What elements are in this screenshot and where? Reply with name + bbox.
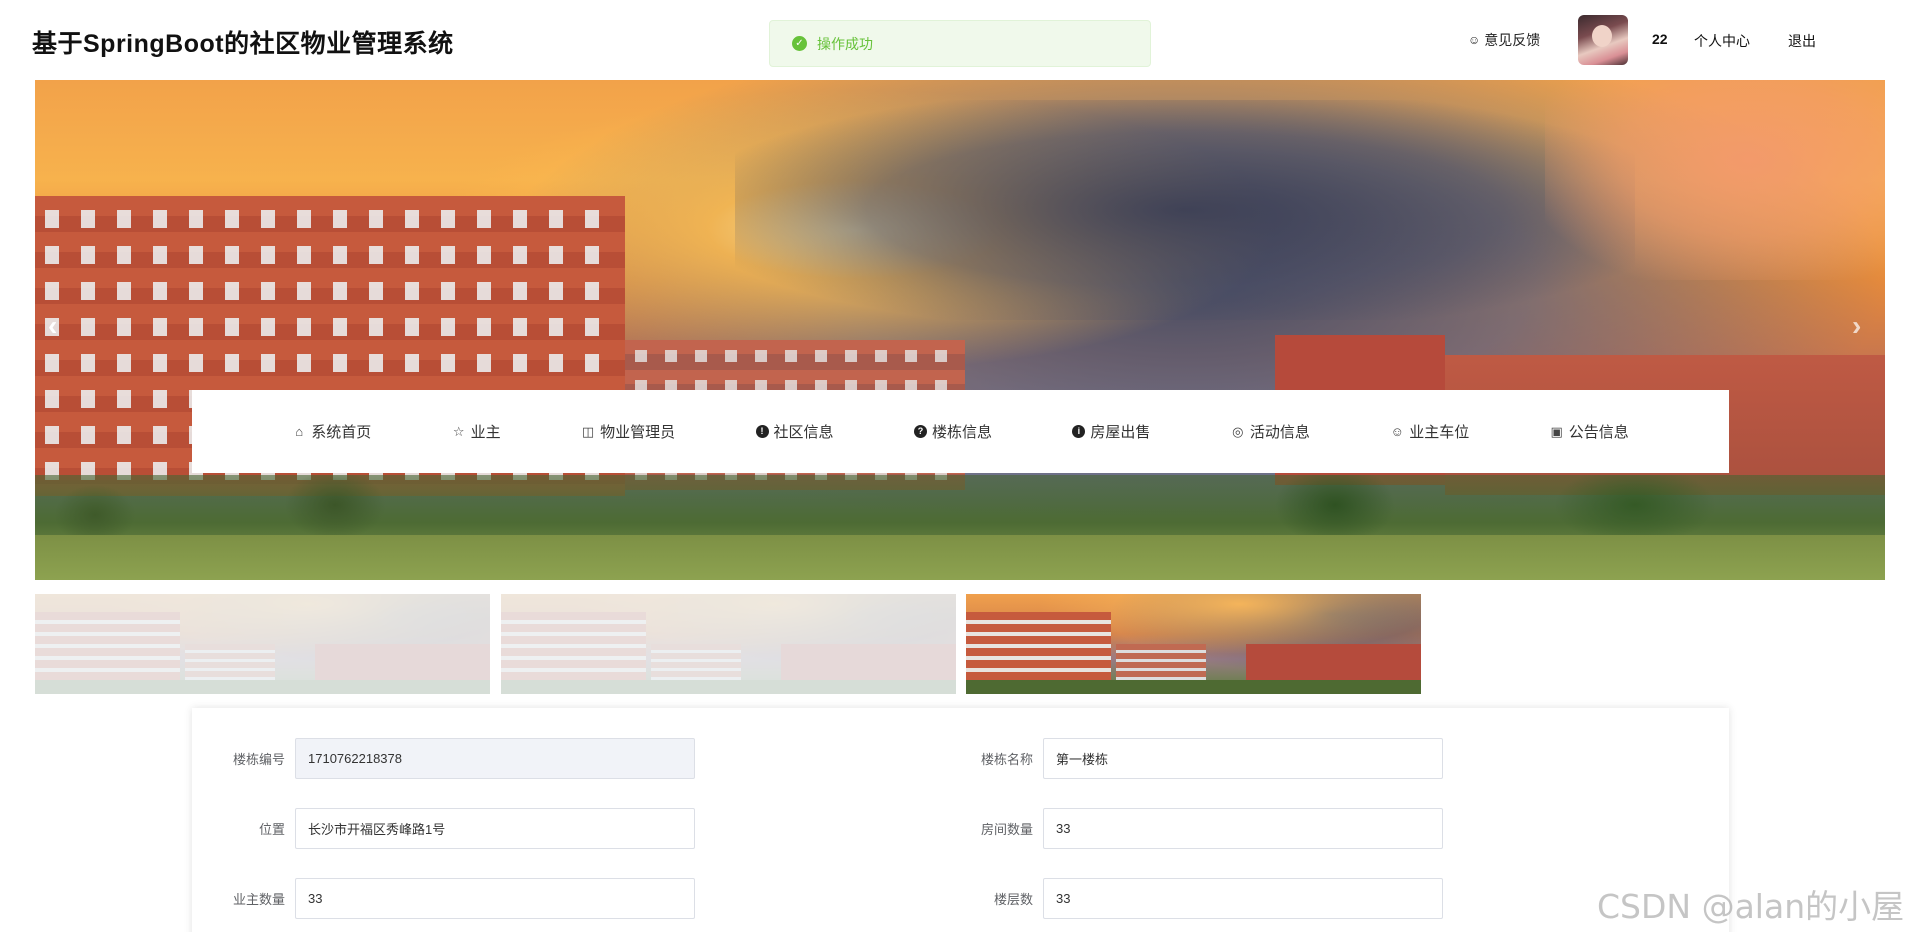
watermark: CSDN @alan的小屋 <box>1597 887 1905 926</box>
location-field: 位置 长沙市开福区秀峰路1号 <box>221 808 695 849</box>
carousel-next-button[interactable]: › <box>1852 310 1861 342</box>
nav-label: 公告信息 <box>1568 424 1629 441</box>
field-label: 楼栋名称 <box>980 752 1033 767</box>
nav-label: 活动信息 <box>1249 424 1310 441</box>
field-label: 业主数量 <box>232 892 285 907</box>
nav-item-house-sale[interactable]: i 房屋出售 <box>1072 421 1150 442</box>
user-icon: ☺ <box>1468 33 1481 47</box>
nav-label: 房屋出售 <box>1090 424 1151 441</box>
bag-icon: ◫ <box>581 423 595 439</box>
question-circle-icon: ? <box>913 425 927 438</box>
star-icon: ☆ <box>452 423 465 439</box>
owner-count-field: 业主数量 33 <box>221 878 695 919</box>
nav-item-notice[interactable]: ▣ 公告信息 <box>1550 421 1629 442</box>
building-name-input[interactable]: 第一楼栋 <box>1043 738 1443 779</box>
owner-count-input[interactable]: 33 <box>295 878 695 919</box>
nav-label: 社区信息 <box>773 424 834 441</box>
carousel-thumbnail-3[interactable] <box>966 594 1421 694</box>
carousel-thumbnail-2[interactable] <box>501 594 956 694</box>
nav-label: 业主 <box>470 424 501 441</box>
field-label: 房间数量 <box>980 822 1033 837</box>
location-input[interactable]: 长沙市开福区秀峰路1号 <box>295 808 695 849</box>
nav-label: 楼栋信息 <box>931 424 992 441</box>
nav-item-home[interactable]: ⌂ 系统首页 <box>292 421 371 442</box>
building-name-field: 楼栋名称 第一楼栋 <box>969 738 1443 779</box>
nav-item-community-info[interactable]: ! 社区信息 <box>755 421 834 442</box>
avatar[interactable] <box>1578 15 1628 65</box>
field-label: 位置 <box>258 822 285 837</box>
nav-label: 业主车位 <box>1409 424 1470 441</box>
banner-carousel <box>35 80 1885 580</box>
field-label: 楼栋编号 <box>232 752 285 767</box>
nav-label: 系统首页 <box>311 424 372 441</box>
nav-item-building-info[interactable]: ? 楼栋信息 <box>913 421 992 442</box>
floors-input[interactable]: 33 <box>1043 878 1443 919</box>
room-count-input[interactable]: 33 <box>1043 808 1443 849</box>
username: 22 <box>1652 31 1668 47</box>
home-icon: ⌂ <box>295 424 304 439</box>
field-label: 楼层数 <box>993 892 1033 907</box>
nav-item-owner[interactable]: ☆ 业主 <box>452 421 501 442</box>
building-no-field: 楼栋编号 1710762218378 <box>221 738 695 779</box>
feedback-label: 意见反馈 <box>1484 32 1541 48</box>
exclamation-circle-icon: ! <box>755 425 769 438</box>
success-toast: ✓ 操作成功 <box>769 20 1151 67</box>
toast-message: 操作成功 <box>817 35 873 52</box>
main-nav: ⌂ 系统首页 ☆ 业主 ◫ 物业管理员 ! 社区信息 ? 楼栋信息 i 房屋出售… <box>192 390 1729 473</box>
target-icon: ◎ <box>1232 423 1244 439</box>
feedback-link[interactable]: ☺ 意见反馈 <box>1468 30 1540 50</box>
smile-icon: ☺ <box>1390 424 1404 439</box>
nav-item-activity-info[interactable]: ◎ 活动信息 <box>1231 421 1310 442</box>
camera-icon: ▣ <box>1550 423 1563 439</box>
nav-item-parking[interactable]: ☺ 业主车位 <box>1390 421 1470 442</box>
nav-label: 物业管理员 <box>600 424 676 441</box>
carousel-thumbnail-1[interactable] <box>35 594 490 694</box>
nav-item-property-admin[interactable]: ◫ 物业管理员 <box>581 421 675 442</box>
building-no-input[interactable]: 1710762218378 <box>295 738 695 779</box>
floors-field: 楼层数 33 <box>969 878 1443 919</box>
site-title: 基于SpringBoot的社区物业管理系统 <box>32 30 454 58</box>
carousel-prev-button[interactable]: ‹ <box>48 310 57 342</box>
check-circle-icon: ✓ <box>792 36 807 51</box>
info-circle-icon: i <box>1072 425 1086 438</box>
profile-link[interactable]: 个人中心 <box>1694 31 1750 51</box>
room-count-field: 房间数量 33 <box>969 808 1443 849</box>
logout-link[interactable]: 退出 <box>1788 31 1816 51</box>
